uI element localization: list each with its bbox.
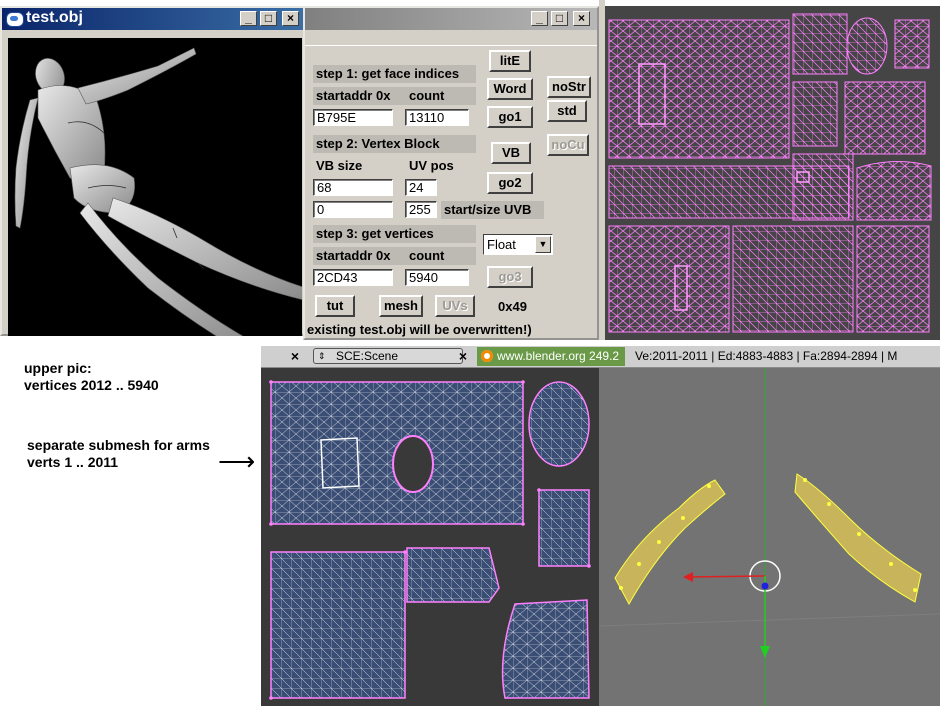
note-submesh-line1: separate submesh for arms	[27, 437, 210, 453]
3d-viewport[interactable]	[8, 38, 302, 336]
mesh-button[interactable]: mesh	[379, 295, 423, 317]
vb-button[interactable]: VB	[491, 142, 531, 164]
lite-button[interactable]: litE	[489, 50, 531, 72]
go3-button[interactable]: go3	[487, 266, 533, 288]
note-upper-pic-line1: upper pic:	[24, 360, 92, 376]
menu-strip	[305, 30, 597, 46]
tool-close-button[interactable]: ×	[573, 11, 590, 26]
3d-view[interactable]	[599, 368, 940, 706]
nocu-button[interactable]: noCu	[547, 134, 589, 156]
arm-mesh-left	[614, 479, 726, 606]
step3-count-label: count	[409, 248, 445, 263]
uvpos-label: UV pos	[409, 158, 454, 173]
uvs-button[interactable]: UVs	[435, 295, 475, 317]
std-button[interactable]: std	[547, 100, 587, 122]
y-arrow-head-icon	[760, 646, 770, 658]
note-submesh-line2: verts 1 .. 2011	[27, 454, 119, 470]
extractor-tool-window: _ □ × step 1: get face indices startaddr…	[303, 6, 599, 340]
blender-logo-icon	[481, 350, 493, 362]
step1-count-input[interactable]: 13110	[405, 109, 469, 126]
hex-readout: 0x49	[498, 299, 527, 314]
window-title: test.obj	[26, 9, 83, 26]
tool-titlebar[interactable]: _ □ ×	[305, 8, 597, 30]
maximize-button[interactable]: □	[260, 11, 277, 26]
updown-icon: ⇕	[318, 351, 326, 361]
step1-labels: startaddr 0x count	[313, 87, 476, 105]
step2-labels: VB size UV pos	[313, 157, 476, 175]
close-button[interactable]: ×	[282, 11, 299, 26]
step1-startaddr-label: startaddr 0x	[316, 88, 391, 103]
tool-maximize-button[interactable]: □	[551, 11, 568, 26]
3d-view-canvas	[599, 368, 940, 706]
format-select[interactable]: Float ▼	[483, 234, 553, 255]
minimize-button[interactable]: _	[240, 11, 257, 26]
uv-editor-upper[interactable]	[605, 6, 940, 340]
vbsize-label: VB size	[316, 158, 363, 173]
word-button[interactable]: Word	[487, 78, 533, 100]
scene-label: SCE:Scene	[336, 349, 399, 363]
uvb-label: start/size UVB	[441, 201, 544, 219]
go2-button[interactable]: go2	[487, 172, 533, 194]
arrow-right-icon: ⟶	[218, 446, 256, 476]
version-text: www.blender.org 249.2	[497, 349, 620, 363]
z-axis-handle[interactable]	[761, 582, 769, 590]
step1-count-label: count	[409, 88, 445, 103]
note-submesh: separate submesh for arms verts 1 .. 201…	[27, 437, 210, 471]
obj-viewer-window: test.obj _ □ ×	[0, 6, 306, 336]
blender-version-badge: www.blender.org 249.2	[477, 347, 625, 366]
step3-count-input[interactable]: 5940	[405, 269, 469, 286]
mesh-stats: Ve:2011-2011 | Ed:4883-4883 | Fa:2894-28…	[635, 349, 898, 363]
uvpos-input[interactable]: 24	[405, 179, 437, 196]
overwrite-warning: existing test.obj will be overwritten!)	[307, 322, 532, 337]
blender-header: × ⇕ SCE:Scene × www.blender.org 249.2 Ve…	[261, 346, 940, 368]
note-upper-pic: upper pic: vertices 2012 .. 5940	[24, 360, 159, 394]
step3-startaddr-label: startaddr 0x	[316, 248, 391, 263]
step3-startaddr-input[interactable]: 2CD43	[313, 269, 393, 286]
step3-heading: step 3: get vertices	[313, 225, 476, 243]
x-axis-arrow[interactable]	[686, 575, 766, 578]
scene-close-icon[interactable]: ×	[455, 348, 471, 364]
x-arrow-head-icon	[683, 572, 693, 582]
uv-layout-upper	[608, 13, 932, 333]
model-render	[14, 47, 302, 336]
close-icon[interactable]: ×	[287, 348, 303, 364]
step1-heading: step 1: get face indices	[313, 65, 476, 83]
step3-labels: startaddr 0x count	[313, 247, 476, 265]
uvb-size-input[interactable]: 255	[405, 201, 437, 218]
nostr-button[interactable]: noStr	[547, 76, 591, 98]
go1-button[interactable]: go1	[487, 106, 533, 128]
note-upper-pic-line2: vertices 2012 .. 5940	[24, 377, 159, 393]
obj-viewer-titlebar[interactable]: test.obj _ □ ×	[2, 8, 304, 30]
format-select-value: Float	[487, 237, 516, 252]
tut-button[interactable]: tut	[315, 295, 355, 317]
vbsize-input[interactable]: 68	[313, 179, 393, 196]
step1-startaddr-input[interactable]: B795E	[313, 109, 393, 126]
tool-minimize-button[interactable]: _	[531, 11, 548, 26]
app-icon	[6, 12, 24, 27]
scene-selector[interactable]: ⇕ SCE:Scene	[313, 348, 463, 364]
uv-editor-lower[interactable]	[261, 368, 599, 706]
uv-layout-lower	[269, 380, 591, 700]
chevron-down-icon[interactable]: ▼	[535, 236, 551, 253]
step2-heading: step 2: Vertex Block	[313, 135, 476, 153]
arm-mesh-right	[794, 473, 922, 603]
uvb-start-input[interactable]: 0	[313, 201, 393, 218]
